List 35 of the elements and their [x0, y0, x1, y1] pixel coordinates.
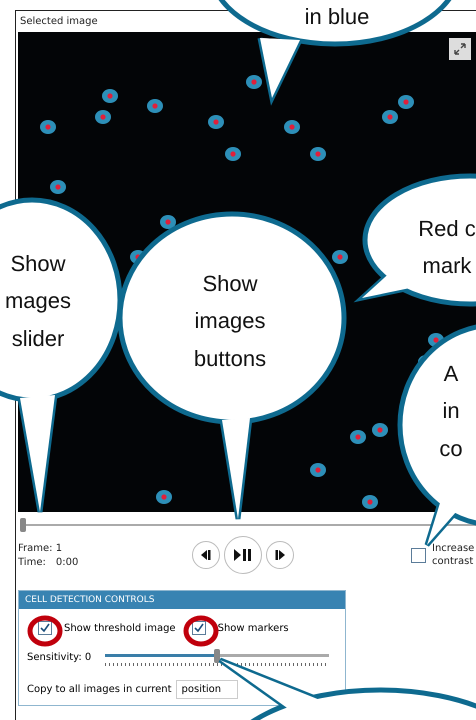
time-value: 0:00: [56, 556, 78, 568]
checkbox[interactable]: [192, 621, 206, 635]
play-pause-icon: [234, 549, 252, 561]
callout-text: A in co: [438, 360, 464, 463]
highlight-circle: [28, 616, 62, 646]
slider-thumb[interactable]: [214, 649, 220, 663]
expand-icon: [453, 42, 467, 56]
checkbox-label: Show markers: [218, 622, 289, 634]
contrast-label: Increase contrast: [432, 542, 476, 568]
position-dropdown[interactable]: position: [176, 680, 238, 699]
frame-slider[interactable]: [20, 518, 476, 532]
previous-button[interactable]: [192, 541, 220, 569]
play-pause-button[interactable]: [224, 536, 262, 574]
check-icon: [194, 623, 204, 633]
copy-label: Copy to all images in current: [27, 684, 172, 695]
section-header: CELL DETECTION CONTROLS: [19, 591, 345, 609]
slider-thumb[interactable]: [20, 518, 26, 532]
next-button[interactable]: [266, 541, 294, 569]
callout-text: Red c mark: [417, 215, 476, 280]
frame-label: Frame: 1: [18, 542, 64, 554]
checkbox[interactable]: [38, 621, 52, 635]
expand-button[interactable]: [449, 38, 471, 60]
checkbox-label: Show threshold image: [64, 622, 176, 634]
sensitivity-slider[interactable]: [105, 649, 329, 663]
callout-text: Show images buttons: [192, 270, 268, 373]
callout-text: Show mages slider: [4, 250, 72, 353]
panel-title: Selected image: [19, 15, 99, 29]
callout-text: in blue: [304, 3, 370, 31]
sensitivity-label: Sensitivity: 0: [27, 652, 92, 663]
contrast-checkbox[interactable]: [411, 548, 426, 562]
step-forward-icon: [274, 550, 286, 560]
check-icon: [40, 623, 50, 633]
time-label: Time:: [18, 556, 46, 568]
step-back-icon: [200, 550, 212, 560]
highlight-circle: [184, 616, 218, 646]
